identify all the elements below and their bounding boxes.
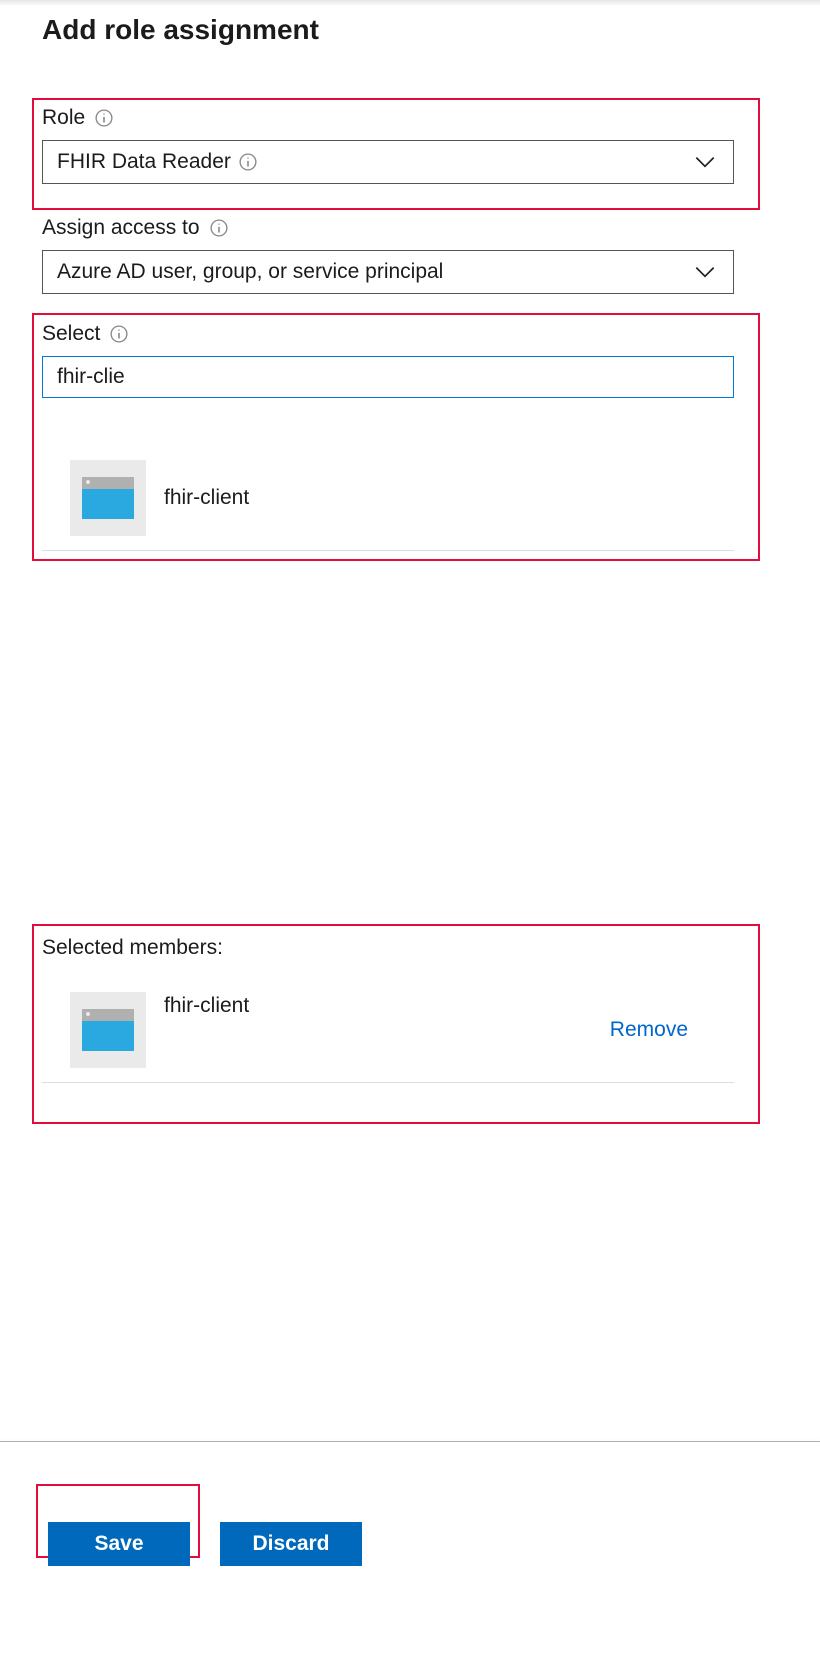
assign-access-dropdown[interactable]: Azure AD user, group, or service princip… bbox=[42, 250, 734, 294]
footer: Save Discard bbox=[0, 1441, 820, 1671]
highlight-role bbox=[32, 98, 760, 210]
chevron-down-icon bbox=[691, 258, 719, 286]
assign-access-label: Assign access to bbox=[42, 216, 200, 240]
info-icon[interactable] bbox=[210, 219, 228, 237]
highlight-select bbox=[32, 313, 760, 561]
footer-divider bbox=[0, 1441, 820, 1442]
assign-access-field-group: Assign access to Azure AD user, group, o… bbox=[42, 216, 734, 294]
page-title: Add role assignment bbox=[42, 14, 778, 46]
discard-button[interactable]: Discard bbox=[220, 1522, 362, 1566]
highlight-selected-members bbox=[32, 924, 760, 1124]
save-button[interactable]: Save bbox=[48, 1522, 190, 1566]
top-shadow bbox=[0, 0, 820, 6]
assign-access-dropdown-value: Azure AD user, group, or service princip… bbox=[57, 260, 443, 284]
